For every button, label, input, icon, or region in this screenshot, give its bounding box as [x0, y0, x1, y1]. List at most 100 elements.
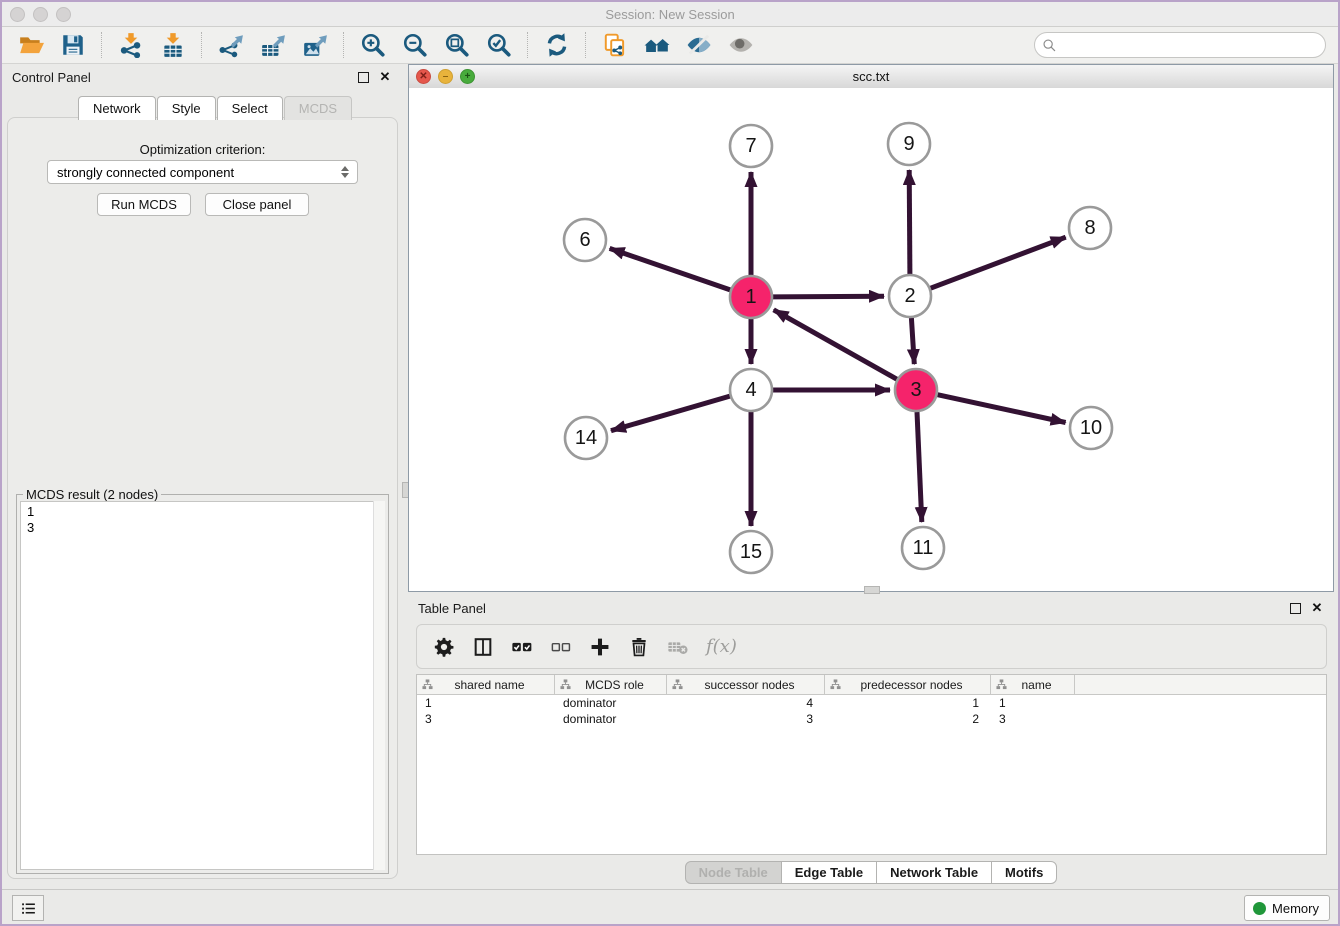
float-panel-icon[interactable] [1288, 601, 1302, 615]
network-window-titlebar[interactable]: ✕ – + scc.txt [409, 65, 1333, 89]
eye-button[interactable] [726, 30, 756, 60]
column-icon [472, 636, 494, 658]
control-panel: Control Panel ✕ NetworkStyleSelectMCDS O… [2, 64, 402, 888]
cell-shared-name[interactable]: 1 [417, 695, 555, 711]
cell-MCDS-role[interactable]: dominator [555, 695, 667, 711]
hierarchy-icon [422, 679, 433, 690]
network-canvas[interactable]: 7 9 6 8 1 2 4 3 14 10 15 11 [409, 88, 1333, 591]
run-mcds-button[interactable]: Run MCDS [97, 193, 191, 216]
tab-style[interactable]: Style [157, 96, 216, 120]
eye-slash-button[interactable] [684, 30, 714, 60]
float-panel-icon[interactable] [356, 70, 370, 84]
export-network-button[interactable] [216, 30, 246, 60]
graph-edge-3-11[interactable] [917, 412, 922, 522]
zoom-fit-button[interactable] [442, 30, 472, 60]
import-table-button[interactable] [158, 30, 188, 60]
check-all-button[interactable] [511, 636, 533, 658]
table-panel: Table Panel ✕ f(x) shared nameMCDS roles… [408, 595, 1334, 888]
save-button[interactable] [58, 30, 88, 60]
zoom-out-button[interactable] [400, 30, 430, 60]
svg-text:10: 10 [1080, 417, 1102, 439]
export-table-button[interactable] [258, 30, 288, 60]
graph-node-7[interactable]: 7 [730, 125, 772, 167]
splitter-handle[interactable] [864, 586, 880, 594]
node-table: shared nameMCDS rolesuccessor nodesprede… [416, 674, 1327, 855]
add-button[interactable] [589, 636, 611, 658]
graph-node-6[interactable]: 6 [564, 219, 606, 261]
graph-edge-2-9[interactable] [909, 170, 910, 274]
task-history-button[interactable] [12, 895, 44, 921]
cell-successor-nodes[interactable]: 4 [667, 695, 825, 711]
trash-button[interactable] [628, 636, 650, 658]
graph-node-9[interactable]: 9 [888, 123, 930, 165]
selected-criterion: strongly connected component [48, 165, 337, 180]
tab-motifs[interactable]: Motifs [991, 861, 1057, 884]
graph-node-11[interactable]: 11 [902, 527, 944, 569]
memory-button[interactable]: Memory [1244, 895, 1330, 921]
tab-edge-table[interactable]: Edge Table [781, 861, 877, 884]
hierarchy-icon [672, 679, 683, 690]
refresh-button[interactable] [542, 30, 572, 60]
tab-mcds[interactable]: MCDS [284, 96, 352, 120]
graph-node-15[interactable]: 15 [730, 531, 772, 573]
result-scrollbar[interactable] [373, 501, 385, 870]
column-header-predecessor-nodes[interactable]: predecessor nodes [825, 675, 991, 694]
graph-edge-4-14[interactable] [611, 396, 730, 431]
hierarchy-icon [560, 679, 571, 690]
graph-edge-3-10[interactable] [938, 395, 1066, 423]
table-row[interactable]: 1dominator411 [417, 695, 1326, 711]
graph-node-2[interactable]: 2 [889, 275, 931, 317]
cell-predecessor-nodes[interactable]: 2 [825, 711, 991, 727]
tab-node-table[interactable]: Node Table [685, 861, 782, 884]
graph-node-10[interactable]: 10 [1070, 407, 1112, 449]
select-stepper-icon [337, 166, 353, 178]
zoom-in-button[interactable] [358, 30, 388, 60]
search-input[interactable] [1057, 36, 1325, 54]
window-title: Session: New Session [2, 7, 1338, 22]
tab-network[interactable]: Network [78, 96, 156, 120]
search-icon [1042, 38, 1057, 53]
cell-predecessor-nodes[interactable]: 1 [825, 695, 991, 711]
graph-node-8[interactable]: 8 [1069, 207, 1111, 249]
tab-select[interactable]: Select [217, 96, 283, 120]
export-network-icon [218, 32, 244, 58]
cell-successor-nodes[interactable]: 3 [667, 711, 825, 727]
svg-text:1: 1 [745, 286, 756, 308]
graph-edge-3-1[interactable] [774, 310, 897, 379]
column-header-shared-name[interactable]: shared name [417, 675, 555, 694]
svg-text:2: 2 [904, 285, 915, 307]
graph-edge-1-6[interactable] [610, 248, 731, 290]
close-panel-icon[interactable]: ✕ [378, 70, 392, 84]
list-icon [20, 900, 37, 917]
add-icon [589, 636, 611, 658]
cell-name[interactable]: 3 [991, 711, 1075, 727]
graph-node-14[interactable]: 14 [565, 417, 607, 459]
column-header-MCDS-role[interactable]: MCDS role [555, 675, 667, 694]
graph-edge-1-2[interactable] [773, 296, 884, 297]
graph-node-4[interactable]: 4 [730, 369, 772, 411]
close-panel-icon[interactable]: ✕ [1310, 601, 1324, 615]
import-network-button[interactable] [116, 30, 146, 60]
graph-edge-2-3[interactable] [911, 318, 914, 364]
tab-network-table[interactable]: Network Table [876, 861, 992, 884]
open-folder-button[interactable] [16, 30, 46, 60]
graph-node-3[interactable]: 3 [895, 369, 937, 411]
cell-name[interactable]: 1 [991, 695, 1075, 711]
graph-node-1[interactable]: 1 [730, 276, 772, 318]
table-row[interactable]: 3dominator323 [417, 711, 1326, 727]
mcds-result-text[interactable]: 1 3 [20, 501, 385, 870]
gear-button[interactable] [433, 636, 455, 658]
graph-edge-2-8[interactable] [931, 237, 1066, 288]
column-button[interactable] [472, 636, 494, 658]
column-header-name[interactable]: name [991, 675, 1075, 694]
export-image-button[interactable] [300, 30, 330, 60]
zoom-selected-button[interactable] [484, 30, 514, 60]
uncheck-all-button[interactable] [550, 636, 572, 658]
optimization-criterion-select[interactable]: strongly connected component [47, 160, 358, 184]
close-panel-button[interactable]: Close panel [205, 193, 309, 216]
houses-button[interactable] [642, 30, 672, 60]
column-header-successor-nodes[interactable]: successor nodes [667, 675, 825, 694]
cell-shared-name[interactable]: 3 [417, 711, 555, 727]
cell-MCDS-role[interactable]: dominator [555, 711, 667, 727]
copy-network-button[interactable] [600, 30, 630, 60]
